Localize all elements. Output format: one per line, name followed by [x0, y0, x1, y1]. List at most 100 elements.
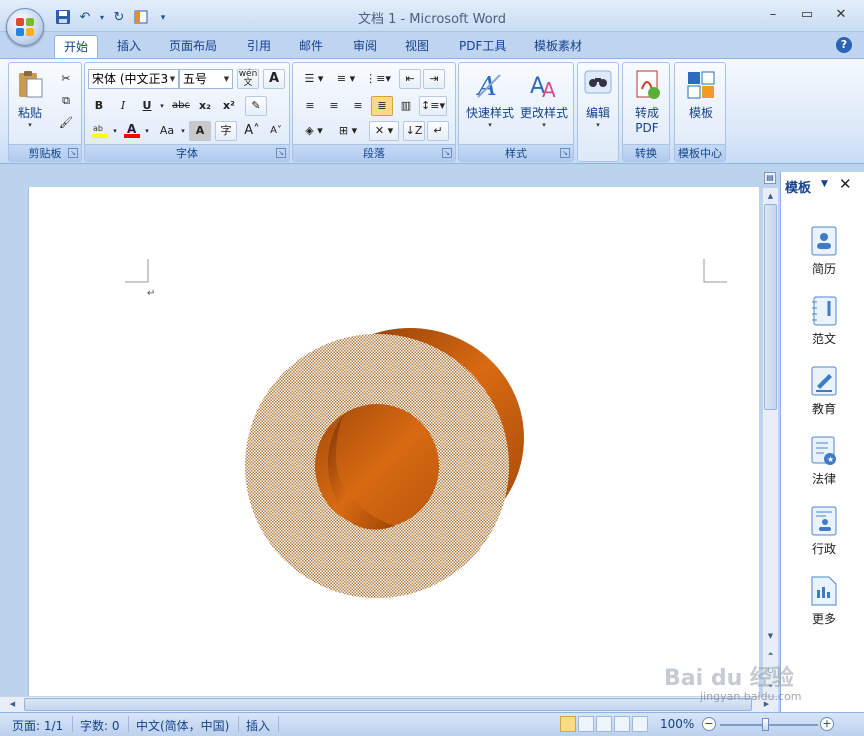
italic-button[interactable]: I: [113, 96, 133, 116]
pane-item-sample-essay[interactable]: 范文: [789, 296, 859, 347]
tab-mailings[interactable]: 邮件: [290, 35, 332, 58]
clear-formatting-icon[interactable]: ✎: [245, 96, 267, 116]
clipboard-launcher-icon[interactable]: ↘: [68, 148, 78, 158]
tab-review[interactable]: 审阅: [344, 35, 386, 58]
font-size-combo[interactable]: 五号 ▼: [179, 69, 233, 89]
quick-styles-button[interactable]: A 快速样式 ▾: [463, 69, 517, 129]
increase-indent-icon[interactable]: ⇥: [423, 69, 445, 89]
scroll-up-icon[interactable]: ▲: [764, 190, 777, 203]
line-spacing-icon[interactable]: ↕≡▾: [419, 96, 447, 116]
pane-item-education[interactable]: 教育: [789, 366, 859, 417]
zoom-slider-track[interactable]: [720, 724, 818, 726]
ring-shape[interactable]: [245, 320, 529, 606]
zoom-slider-thumb[interactable]: [762, 718, 769, 731]
chevron-down-icon[interactable]: ▼: [167, 70, 178, 88]
sort-icon[interactable]: ↓Z: [403, 121, 425, 141]
status-page[interactable]: 页面: 1/1: [12, 717, 63, 734]
bold-button[interactable]: B: [89, 96, 109, 116]
align-right-icon[interactable]: ≡: [347, 96, 369, 116]
phonetic-guide-button[interactable]: wén 文: [237, 69, 259, 89]
tab-page-layout[interactable]: 页面布局: [160, 35, 226, 58]
zoom-out-button[interactable]: −: [702, 717, 716, 731]
tab-insert[interactable]: 插入: [108, 35, 150, 58]
vertical-scroll-thumb[interactable]: [764, 204, 777, 410]
ruler-toggle-icon[interactable]: ▤: [764, 172, 776, 184]
web-layout-icon[interactable]: [596, 716, 612, 732]
outline-view-icon[interactable]: [614, 716, 630, 732]
template-button[interactable]: 模板: [681, 69, 721, 121]
office-button[interactable]: [6, 8, 44, 46]
tab-references[interactable]: 引用: [238, 35, 280, 58]
group-template-center: 模板 模板中心: [674, 62, 726, 162]
strikethrough-button[interactable]: abc: [169, 96, 193, 116]
shading-icon[interactable]: ◈ ▾: [299, 121, 329, 141]
enclose-chars-button[interactable]: 字: [215, 121, 237, 141]
paste-button[interactable]: 粘贴 ▾: [13, 69, 47, 129]
bullets-icon[interactable]: ☰ ▾: [299, 69, 329, 89]
minimize-button[interactable]: –: [756, 4, 790, 26]
align-left-icon[interactable]: ≡: [299, 96, 321, 116]
pane-item-resume[interactable]: 简历: [789, 226, 859, 277]
superscript-button[interactable]: x²: [219, 96, 239, 116]
cut-icon[interactable]: ✂: [57, 69, 75, 89]
text-highlight-icon[interactable]: ab: [89, 121, 111, 141]
align-center-icon[interactable]: ≡: [323, 96, 345, 116]
format-painter-icon[interactable]: 🖌: [57, 113, 75, 133]
scroll-left-icon[interactable]: ◀: [6, 698, 19, 711]
change-case-dropdown-icon[interactable]: ▾: [179, 121, 187, 141]
convert-to-pdf-button[interactable]: 转成 PDF: [627, 69, 667, 135]
paragraph-launcher-icon[interactable]: ↘: [442, 148, 452, 158]
scroll-down-icon[interactable]: ▼: [764, 630, 777, 643]
zoom-in-button[interactable]: +: [820, 717, 834, 731]
font-color-dropdown-icon[interactable]: ▾: [143, 121, 151, 141]
numbering-icon[interactable]: ≡ ▾: [331, 69, 361, 89]
font-name-combo[interactable]: 宋体 (中文正3 ▼: [88, 69, 179, 89]
justify-icon[interactable]: ≣: [371, 96, 393, 116]
status-word-count[interactable]: 字数: 0: [80, 717, 120, 734]
zoom-level[interactable]: 100%: [660, 717, 694, 731]
char-shading-button[interactable]: A: [189, 121, 211, 141]
help-icon[interactable]: ?: [836, 37, 852, 53]
chinese-layout-icon[interactable]: ✕ ▾: [369, 121, 399, 141]
underline-button[interactable]: U: [137, 96, 157, 116]
change-styles-button[interactable]: AA 更改样式 ▾: [517, 69, 571, 129]
editing-button[interactable]: 编辑 ▾: [580, 69, 616, 129]
font-launcher-icon[interactable]: ↘: [276, 148, 286, 158]
document-page[interactable]: [28, 187, 759, 696]
chevron-down-icon[interactable]: ▼: [221, 70, 232, 88]
decrease-indent-icon[interactable]: ⇤: [399, 69, 421, 89]
tab-home[interactable]: 开始: [54, 35, 99, 58]
maximize-button[interactable]: ▭: [790, 4, 824, 26]
grow-font-button[interactable]: A˄: [241, 121, 263, 141]
shrink-font-button[interactable]: A˅: [265, 121, 287, 141]
change-case-button[interactable]: Aa: [155, 121, 179, 141]
tab-view[interactable]: 视图: [396, 35, 438, 58]
tab-template-materials[interactable]: 模板素材: [525, 35, 591, 58]
distributed-icon[interactable]: ▥: [395, 96, 417, 116]
tab-pdf-tools[interactable]: PDF工具: [450, 35, 515, 58]
subscript-button[interactable]: x₂: [195, 96, 215, 116]
vertical-scrollbar[interactable]: ▲ ▼ ⏶ ○ ⏷: [762, 188, 778, 696]
underline-dropdown-icon[interactable]: ▾: [157, 96, 167, 116]
font-color-icon[interactable]: A: [121, 121, 143, 141]
close-button[interactable]: ✕: [824, 4, 858, 26]
horizontal-scroll-thumb[interactable]: [24, 698, 752, 711]
draft-view-icon[interactable]: [632, 716, 648, 732]
horizontal-scrollbar[interactable]: ◀ ▶: [0, 696, 778, 712]
highlight-dropdown-icon[interactable]: ▾: [111, 121, 119, 141]
status-insert-mode[interactable]: 插入: [246, 717, 270, 734]
styles-launcher-icon[interactable]: ↘: [560, 148, 570, 158]
print-layout-view-icon[interactable]: [560, 716, 576, 732]
char-border-button[interactable]: A: [263, 69, 285, 89]
pane-close-icon[interactable]: ✕: [839, 175, 852, 193]
show-marks-icon[interactable]: ↵: [427, 121, 449, 141]
full-screen-reading-icon[interactable]: [578, 716, 594, 732]
pane-item-more[interactable]: 更多: [789, 576, 859, 627]
pane-menu-icon[interactable]: ▼: [821, 179, 828, 189]
borders-icon[interactable]: ⊞ ▾: [333, 121, 363, 141]
pane-item-law[interactable]: ★ 法律: [789, 436, 859, 487]
status-language[interactable]: 中文(简体，中国): [136, 717, 229, 734]
pane-item-administration[interactable]: 行政: [789, 506, 859, 557]
multilevel-list-icon[interactable]: ⋮≡▾: [363, 69, 393, 89]
copy-icon[interactable]: ⧉: [57, 91, 75, 111]
